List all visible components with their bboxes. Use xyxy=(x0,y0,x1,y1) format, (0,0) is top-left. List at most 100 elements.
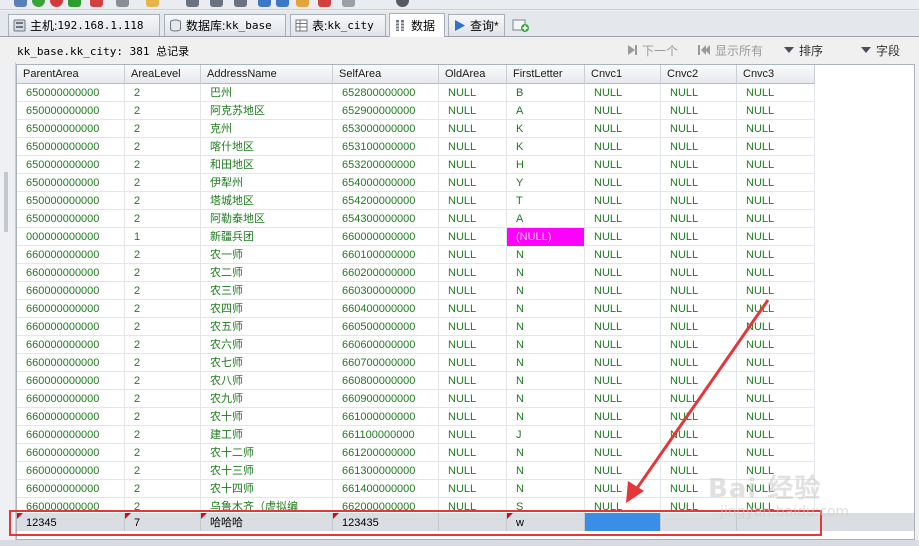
cell-selfarea[interactable]: 661100000000 xyxy=(333,426,439,444)
cell-cnvc2[interactable]: NULL xyxy=(661,408,737,426)
check-icon[interactable] xyxy=(32,0,45,7)
cell-parentarea[interactable]: 650000000000 xyxy=(17,156,125,174)
cell-selfarea[interactable]: 660900000000 xyxy=(333,390,439,408)
cell-firstletter[interactable]: K xyxy=(507,138,585,156)
column-header-cnvc3[interactable]: Cnvc3 xyxy=(737,65,815,84)
cell-arealevel[interactable]: 2 xyxy=(125,300,201,318)
cell-parentarea[interactable]: 660000000000 xyxy=(17,264,125,282)
cell-cnvc3[interactable]: NULL xyxy=(737,426,815,444)
table-row[interactable]: 650000000000 2 克州 653000000000 NULL K NULL NULL… xyxy=(17,120,815,138)
cell-firstletter[interactable]: N xyxy=(507,300,585,318)
cell-addressname[interactable]: 农十二师 xyxy=(201,444,333,462)
table-row[interactable]: 660000000000 2 农四师 660400000000 NULL N NULL NUL… xyxy=(17,300,815,318)
new-cell-cnvc2[interactable] xyxy=(661,513,737,531)
cell-addressname[interactable]: 农五师 xyxy=(201,318,333,336)
cell-cnvc3[interactable]: NULL xyxy=(737,318,815,336)
cell-arealevel[interactable]: 2 xyxy=(125,156,201,174)
cell-selfarea[interactable]: 662000000000 xyxy=(333,498,439,510)
column-header-cnvc2[interactable]: Cnvc2 xyxy=(661,65,737,84)
cell-cnvc3[interactable]: NULL xyxy=(737,480,815,498)
cell-addressname[interactable]: 农十师 xyxy=(201,408,333,426)
cell-selfarea[interactable]: 653100000000 xyxy=(333,138,439,156)
cell-parentarea[interactable]: 660000000000 xyxy=(17,282,125,300)
cell-cnvc2[interactable]: NULL xyxy=(661,246,737,264)
import-icon[interactable] xyxy=(258,0,271,7)
tab-data[interactable]: 数据 xyxy=(389,13,445,37)
fields-button[interactable]: 字段 xyxy=(860,42,900,58)
cell-parentarea[interactable]: 660000000000 xyxy=(17,480,125,498)
sql-icon[interactable] xyxy=(318,0,331,7)
cell-firstletter[interactable]: J xyxy=(507,426,585,444)
table-row[interactable]: 650000000000 2 塔城地区 654200000000 NULL T NULL NU… xyxy=(17,192,815,210)
cell-cnvc2[interactable]: NULL xyxy=(661,354,737,372)
cell-oldarea[interactable]: NULL xyxy=(439,228,507,246)
new-cell-selfarea[interactable]: 123435 xyxy=(333,513,439,531)
cell-parentarea[interactable]: 660000000000 xyxy=(17,426,125,444)
cell-arealevel[interactable]: 2 xyxy=(125,498,201,510)
tab-host[interactable]: 主机: 192.168.1.118 xyxy=(8,14,160,36)
cell-cnvc1[interactable]: NULL xyxy=(585,336,661,354)
cell-oldarea[interactable]: NULL xyxy=(439,480,507,498)
new-cell-firstletter[interactable]: w xyxy=(507,513,585,531)
cell-arealevel[interactable]: 2 xyxy=(125,408,201,426)
column-header-addressname[interactable]: AddressName xyxy=(201,65,333,84)
cell-cnvc2[interactable]: NULL xyxy=(661,120,737,138)
cell-cnvc2[interactable]: NULL xyxy=(661,102,737,120)
tab-database[interactable]: 数据库: kk_base xyxy=(164,14,286,36)
cell-addressname[interactable]: 农八师 xyxy=(201,372,333,390)
cell-oldarea[interactable]: NULL xyxy=(439,282,507,300)
cell-cnvc1[interactable]: NULL xyxy=(585,318,661,336)
cell-oldarea[interactable]: NULL xyxy=(439,390,507,408)
cell-firstletter[interactable]: N xyxy=(507,246,585,264)
table-row[interactable]: 660000000000 2 农六师 660600000000 NULL N NULL NUL… xyxy=(17,336,815,354)
cell-oldarea[interactable]: NULL xyxy=(439,354,507,372)
cell-selfarea[interactable]: 660300000000 xyxy=(333,282,439,300)
cell-cnvc3[interactable]: NULL xyxy=(737,138,815,156)
cell-cnvc2[interactable]: NULL xyxy=(661,480,737,498)
new-cell-parentarea[interactable]: 12345 xyxy=(17,513,125,531)
cell-addressname[interactable]: 喀什地区 xyxy=(201,138,333,156)
cell-cnvc3[interactable]: NULL xyxy=(737,102,815,120)
cell-selfarea[interactable]: 654200000000 xyxy=(333,192,439,210)
cell-cnvc1[interactable]: NULL xyxy=(585,138,661,156)
cell-cnvc2[interactable]: NULL xyxy=(661,156,737,174)
cell-addressname[interactable]: 克州 xyxy=(201,120,333,138)
copy-icon[interactable] xyxy=(234,0,247,7)
cell-cnvc2[interactable]: NULL xyxy=(661,462,737,480)
cell-selfarea[interactable]: 652900000000 xyxy=(333,102,439,120)
cell-firstletter[interactable]: S xyxy=(507,498,585,510)
cell-cnvc3[interactable]: NULL xyxy=(737,498,815,510)
filter-icon[interactable] xyxy=(296,0,309,7)
cell-cnvc2[interactable]: NULL xyxy=(661,372,737,390)
table-row[interactable]: 660000000000 2 农十三师 661300000000 NULL N NULL NU… xyxy=(17,462,815,480)
new-cell-arealevel[interactable]: 7 xyxy=(125,513,201,531)
cell-selfarea[interactable]: 661300000000 xyxy=(333,462,439,480)
cell-arealevel[interactable]: 2 xyxy=(125,462,201,480)
export-icon[interactable] xyxy=(276,0,289,7)
cell-arealevel[interactable]: 1 xyxy=(125,228,201,246)
column-header-parentarea[interactable]: ParentArea xyxy=(17,65,125,84)
cell-selfarea[interactable]: 660800000000 xyxy=(333,372,439,390)
cell-arealevel[interactable]: 2 xyxy=(125,444,201,462)
cell-cnvc3[interactable]: NULL xyxy=(737,228,815,246)
table-row[interactable]: 660000000000 2 建工师 661100000000 NULL J NULL NUL… xyxy=(17,426,815,444)
cell-parentarea[interactable]: 660000000000 xyxy=(17,300,125,318)
cell-firstletter[interactable]: N xyxy=(507,390,585,408)
run-icon[interactable] xyxy=(116,0,129,7)
cell-cnvc3[interactable]: NULL xyxy=(737,246,815,264)
cell-firstletter[interactable]: N xyxy=(507,462,585,480)
cell-parentarea[interactable]: 650000000000 xyxy=(17,120,125,138)
cell-cnvc2[interactable]: NULL xyxy=(661,210,737,228)
cancel-icon[interactable] xyxy=(90,0,103,7)
cell-selfarea[interactable]: 653200000000 xyxy=(333,156,439,174)
cell-parentarea[interactable]: 660000000000 xyxy=(17,372,125,390)
cell-addressname[interactable]: 农六师 xyxy=(201,336,333,354)
new-cell-addressname[interactable]: 哈哈哈 xyxy=(201,513,333,531)
cell-cnvc1[interactable]: NULL xyxy=(585,498,661,510)
cell-cnvc3[interactable]: NULL xyxy=(737,336,815,354)
cell-selfarea[interactable]: 654000000000 xyxy=(333,174,439,192)
cell-parentarea[interactable]: 660000000000 xyxy=(17,462,125,480)
info-icon[interactable] xyxy=(396,0,409,7)
cell-parentarea[interactable]: 650000000000 xyxy=(17,210,125,228)
cell-addressname[interactable]: 塔城地区 xyxy=(201,192,333,210)
